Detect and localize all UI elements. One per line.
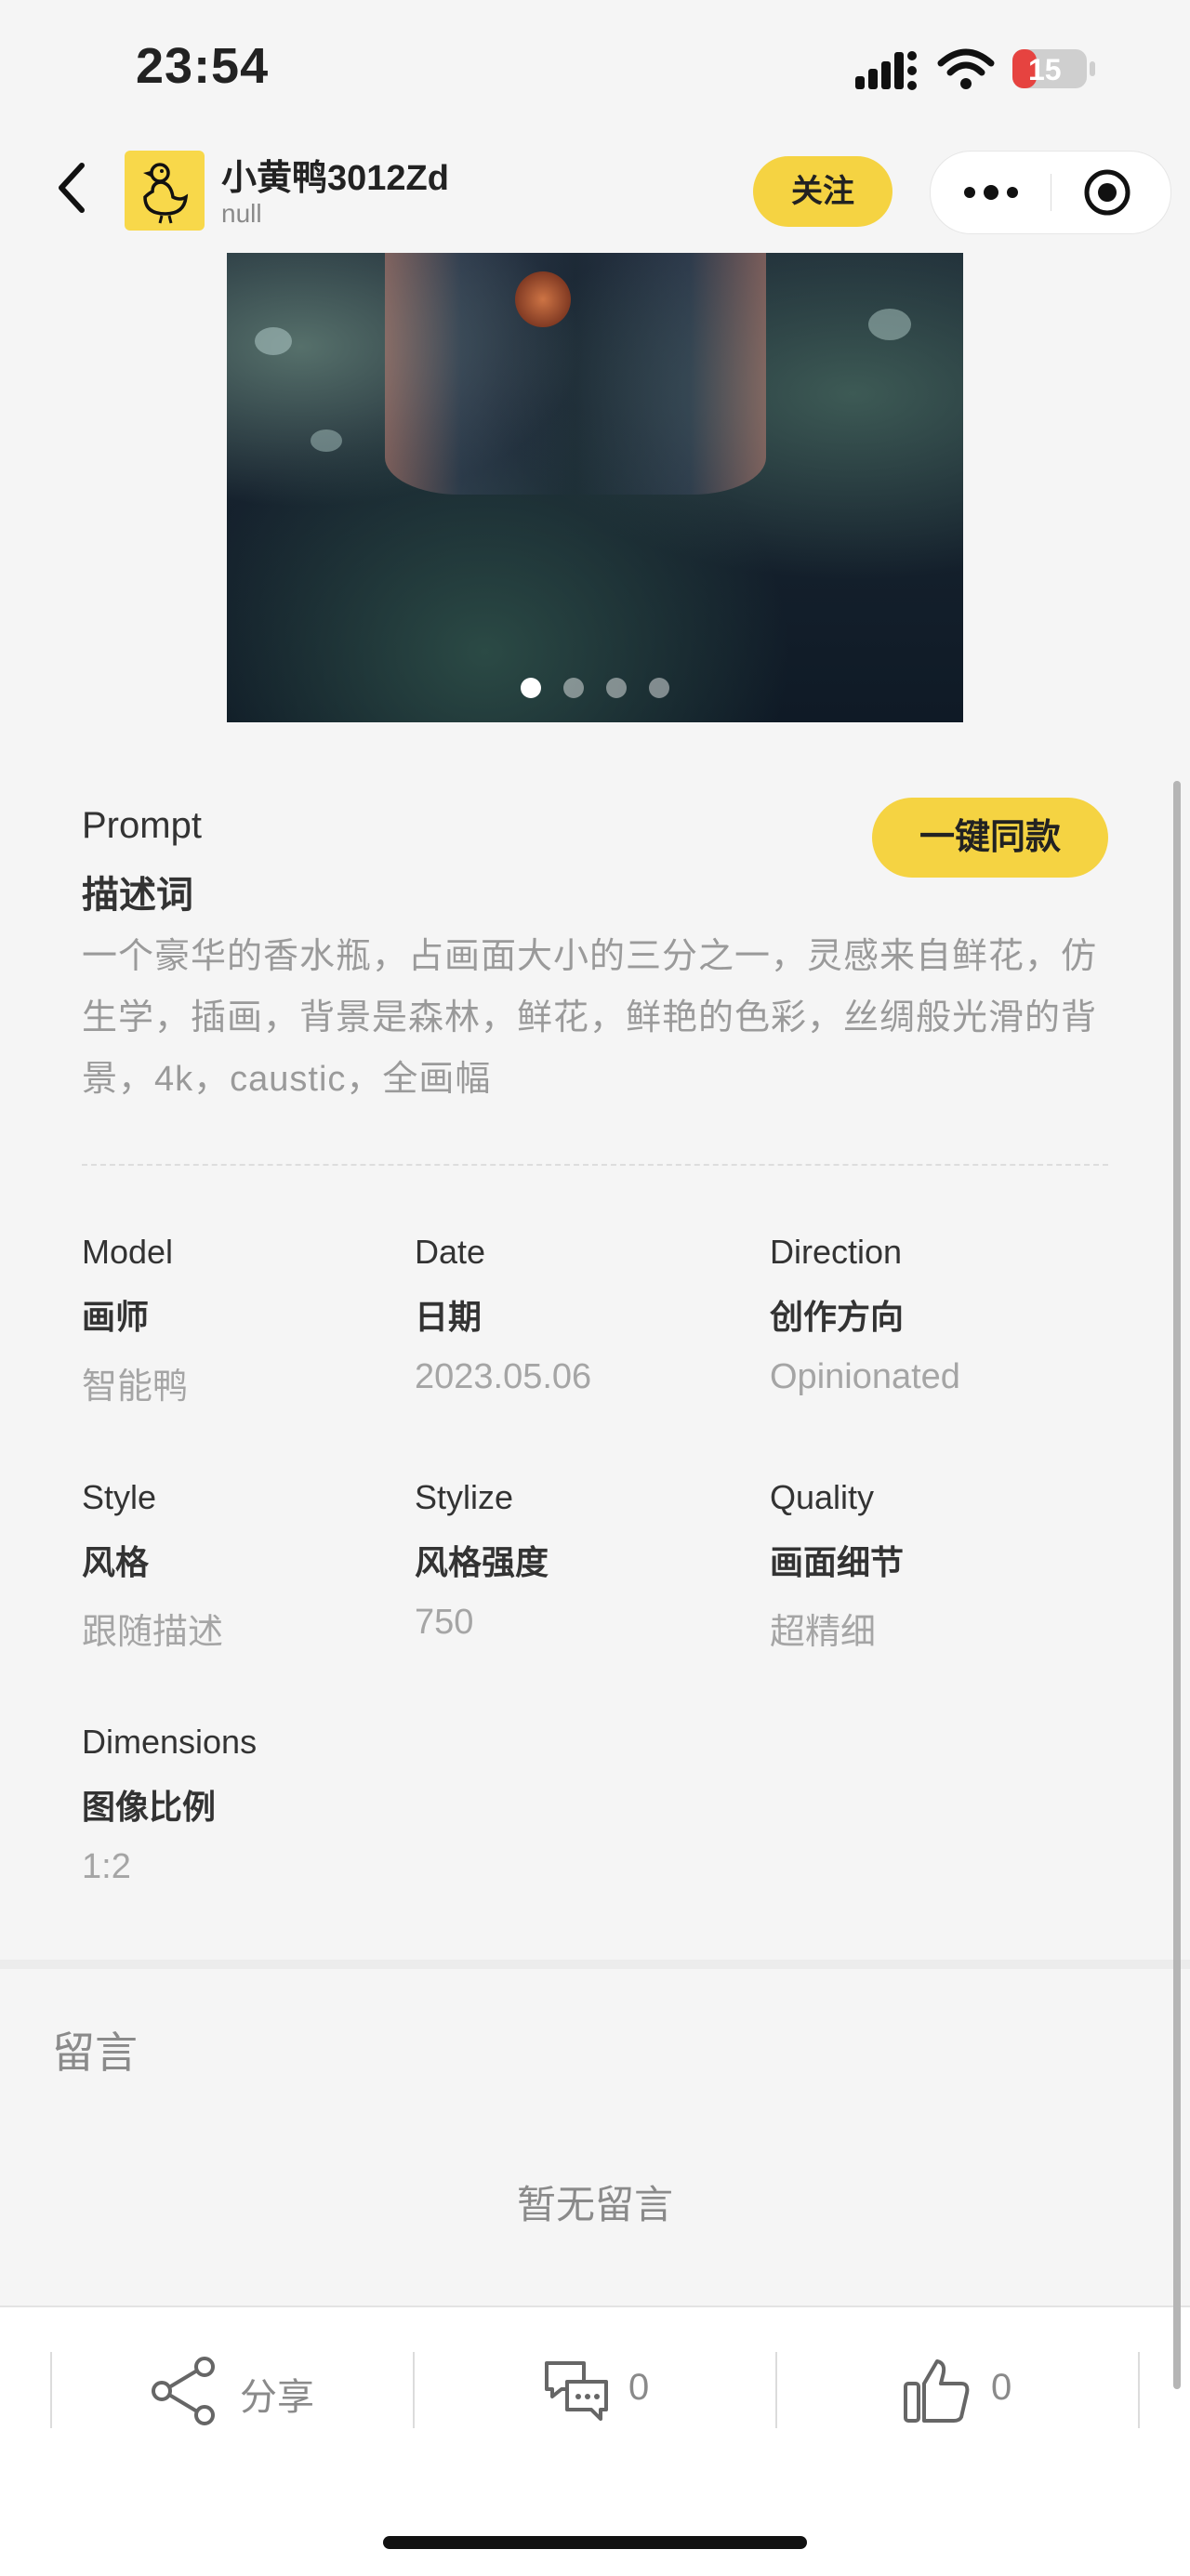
param-value: 750 xyxy=(415,1603,474,1642)
section-separator xyxy=(0,1960,1190,1969)
image-flower xyxy=(515,271,571,327)
bar-divider xyxy=(50,2352,52,2428)
param-label-en: Dimensions xyxy=(82,1723,258,1761)
prompt-title-en: Prompt xyxy=(82,805,202,846)
like-icon[interactable] xyxy=(902,2356,972,2426)
param-value: 1:2 xyxy=(82,1847,131,1886)
copy-prompt-button[interactable]: 一键同款 xyxy=(872,798,1108,878)
param-dimensions: Dimensions 图像比例 1:2 xyxy=(82,1723,257,1887)
param-model: Model 画师 智能鸭 xyxy=(82,1233,188,1408)
param-value: Opinionated xyxy=(770,1357,960,1396)
param-label-en: Date xyxy=(415,1233,486,1271)
home-indicator[interactable] xyxy=(383,2536,807,2549)
param-value: 超精细 xyxy=(770,1613,877,1652)
author-name[interactable]: 小黄鸭3012Zd xyxy=(221,149,449,200)
carousel-dots xyxy=(227,678,963,698)
param-label-zh: 风格 xyxy=(82,1543,150,1581)
comment-count[interactable]: 0 xyxy=(628,2367,649,2409)
param-direction: Direction 创作方向 Opinionated xyxy=(770,1233,960,1397)
battery-icon: 15 xyxy=(1012,49,1095,88)
param-stylize: Stylize 风格强度 750 xyxy=(415,1478,549,1643)
more-icon[interactable] xyxy=(962,174,1020,211)
image-leaf xyxy=(868,309,911,340)
param-label-en: Style xyxy=(82,1478,157,1516)
image-bottle xyxy=(385,253,766,495)
back-icon[interactable] xyxy=(54,160,91,216)
comments-title: 留言 xyxy=(52,2028,138,2077)
image-leaf xyxy=(255,327,292,355)
param-style: Style 风格 跟随描述 xyxy=(82,1478,223,1654)
bar-divider xyxy=(413,2352,415,2428)
bar-divider xyxy=(1138,2352,1140,2428)
wifi-icon xyxy=(937,48,995,89)
signal-icon xyxy=(855,51,917,90)
param-label-zh: 创作方向 xyxy=(770,1298,905,1336)
carousel-dot[interactable] xyxy=(521,678,541,698)
param-value: 跟随描述 xyxy=(82,1613,224,1652)
param-value: 智能鸭 xyxy=(82,1367,189,1407)
follow-button[interactable]: 关注 xyxy=(753,156,892,227)
carousel-dot[interactable] xyxy=(606,678,627,698)
param-label-zh: 风格强度 xyxy=(415,1543,549,1581)
param-label-en: Model xyxy=(82,1233,174,1271)
param-label-zh: 画面细节 xyxy=(770,1543,905,1581)
like-count[interactable]: 0 xyxy=(991,2367,1012,2409)
param-label-en: Quality xyxy=(770,1478,875,1516)
prompt-title-zh: 描述词 xyxy=(82,875,193,916)
divider xyxy=(82,1164,1108,1166)
status-time: 23:54 xyxy=(136,38,270,94)
battery-level: 15 xyxy=(1028,53,1062,86)
author-subtitle: null xyxy=(221,199,262,228)
param-label-zh: 画师 xyxy=(82,1298,150,1336)
duck-icon xyxy=(143,163,189,224)
prompt-text: 一个豪华的香水瓶，占画面大小的三分之一，灵感来自鲜花，仿生学，插画，背景是森林，… xyxy=(82,937,1098,1099)
artwork-image[interactable] xyxy=(227,253,963,722)
avatar[interactable] xyxy=(125,151,205,231)
carousel-dot[interactable] xyxy=(563,678,584,698)
carousel-dot[interactable] xyxy=(649,678,669,698)
param-date: Date 日期 2023.05.06 xyxy=(415,1233,591,1397)
param-label-en: Direction xyxy=(770,1233,903,1271)
bar-divider xyxy=(775,2352,777,2428)
share-label[interactable]: 分享 xyxy=(240,2367,314,2421)
param-value: 2023.05.06 xyxy=(415,1357,592,1396)
image-leaf xyxy=(311,429,342,452)
share-icon[interactable] xyxy=(149,2356,219,2426)
param-label-zh: 图像比例 xyxy=(82,1788,217,1826)
no-comments-text: 暂无留言 xyxy=(516,2183,673,2226)
scrollbar[interactable] xyxy=(1173,781,1181,2389)
comment-icon[interactable] xyxy=(541,2356,612,2426)
param-label-en: Stylize xyxy=(415,1478,514,1516)
mini-program-capsule xyxy=(930,151,1171,234)
param-label-zh: 日期 xyxy=(415,1298,483,1336)
param-quality: Quality 画面细节 超精细 xyxy=(770,1478,904,1654)
close-target-icon[interactable] xyxy=(1083,168,1131,217)
